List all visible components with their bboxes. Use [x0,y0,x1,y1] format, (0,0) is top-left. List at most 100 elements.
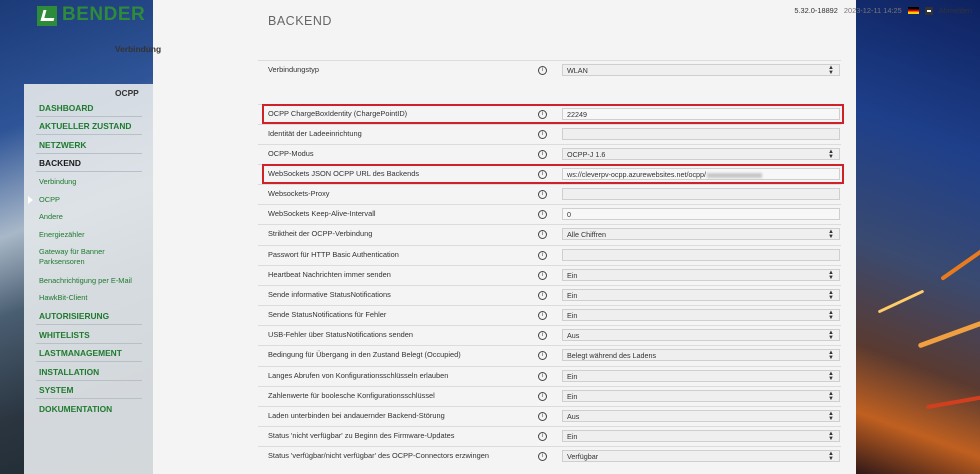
sidebar-item-autorisierung[interactable]: AUTORISIERUNG [39,311,109,321]
setting-label-websockets-proxy: Websockets-Proxy [268,189,330,198]
sidebar-divider [36,324,142,325]
setting-label-langes-abrufen-von-konfigurationsschl-ss: Langes Abrufen von Konfigurationsschlüss… [268,371,449,380]
sidebar-divider [36,153,142,154]
sidebar-item-energiezähler[interactable]: Energiezähler [39,230,139,240]
info-icon[interactable]: i [538,66,547,75]
select-arrows-icon: ▲ ▼ [828,451,834,462]
info-icon[interactable]: i [538,351,547,360]
input-identit-t-der-ladeeinrichtung[interactable] [562,128,840,140]
select-arrows-icon: ▲ ▼ [828,431,834,442]
setting-label-sende-informative-statusnotifications: Sende informative StatusNotifications [268,290,391,299]
field-value: Ein [567,432,578,441]
select-arrows-icon: ▲ ▼ [828,149,834,160]
sidebar: DASHBOARD AKTUELLER ZUSTAND NETZWERK BACKEN… [24,84,153,474]
field-value: OCPP-J 1.6 [567,150,606,159]
select-usb-fehler-ber-statusnotifications-sende[interactable]: Aus ▲ ▼ [562,329,840,341]
select-heartbeat-nachrichten-immer-senden[interactable]: Ein ▲ ▼ [562,269,840,281]
sidebar-item-lastmanagement[interactable]: LASTMANAGEMENT [39,348,122,358]
select-arrows-icon: ▲ ▼ [828,350,834,361]
info-icon[interactable]: i [538,331,547,340]
field-value: 0 [567,210,571,219]
sidebar-item-benachrichtigung-per-e-mail[interactable]: Benachrichtigung per E-Mail [39,276,139,286]
highlight-box [262,104,844,124]
field-value: Ein [567,372,578,381]
sidebar-item-hawkbit-client[interactable]: HawkBit-Client [39,293,139,303]
info-icon[interactable]: i [538,150,547,159]
select-sende-statusnotifications-f-r-fehler[interactable]: Ein ▲ ▼ [562,309,840,321]
sidebar-divider [36,380,142,381]
select-sende-informative-statusnotifications[interactable]: Ein ▲ ▼ [562,289,840,301]
select-status-verf-gbar-nicht-verf-gbar-des-ocp[interactable]: Verfügbar ▲ ▼ [562,450,840,462]
sidebar-divider [36,361,142,362]
select-arrows-icon: ▲ ▼ [828,65,834,76]
info-icon[interactable]: i [538,210,547,219]
row-divider [258,204,841,205]
setting-label-laden-unterbinden-bei-andauernder-backen: Laden unterbinden bei andauernder Backen… [268,411,445,420]
sidebar-item-whitelists[interactable]: WHITELISTS [39,330,90,340]
brand-logo[interactable]: BENDER [0,0,153,32]
sidebar-item-aktueller-zustand[interactable]: AKTUELLER ZUSTAND [39,121,131,131]
sidebar-item-verbindung[interactable]: Verbindung [39,177,139,187]
info-icon[interactable]: i [538,412,547,421]
select-zahlenwerte-f-r-boolesche-konfigurations[interactable]: Ein ▲ ▼ [562,390,840,402]
select-arrows-icon: ▲ ▼ [828,371,834,382]
brand-name: BENDER [62,4,146,25]
select-striktheit-der-ocpp-verbindung[interactable]: Alle Chiffren ▲ ▼ [562,228,840,240]
input-passwort-f-r-http-basic-authentication[interactable] [562,249,840,261]
field-value: Aus [567,412,580,421]
german-flag-icon[interactable] [907,7,919,14]
setting-label-verbindungstyp: Verbindungstyp [268,65,319,74]
row-divider [258,224,841,225]
info-icon[interactable]: i [538,130,547,139]
info-icon[interactable]: i [538,432,547,441]
setting-label-identit-t-der-ladeeinrichtung: Identität der Ladeeinrichtung [268,129,362,138]
info-icon[interactable]: i [538,190,547,199]
sidebar-item-netzwerk[interactable]: NETZWERK [39,140,86,150]
logout-icon[interactable] [924,6,933,15]
sidebar-item-andere[interactable]: Andere [39,212,139,222]
select-arrows-icon: ▲ ▼ [828,229,834,240]
select-laden-unterbinden-bei-andauernder-backen[interactable]: Aus ▲ ▼ [562,410,840,422]
sidebar-item-dashboard[interactable]: DASHBOARD [39,103,93,113]
info-icon[interactable]: i [538,392,547,401]
field-value: Ein [567,311,578,320]
row-divider [258,245,841,246]
input-websockets-keep-alive-intervall[interactable]: 0 [562,208,840,220]
select-arrows-icon: ▲ ▼ [828,330,834,341]
select-ocpp-modus[interactable]: OCPP-J 1.6 ▲ ▼ [562,148,840,160]
sidebar-divider [36,116,142,117]
field-value: Ein [567,392,578,401]
sidebar-item-system[interactable]: SYSTEM [39,385,73,395]
sidebar-item-installation[interactable]: INSTALLATION [39,367,99,377]
field-value: Alle Chiffren [567,230,607,239]
sidebar-item-backend[interactable]: BACKEND [39,158,81,168]
select-status-nicht-verf-gbar-zu-beginn-des-fir[interactable]: Ein ▲ ▼ [562,430,840,442]
field-value: Aus [567,331,580,340]
select-arrows-icon: ▲ ▼ [828,310,834,321]
info-icon[interactable]: i [538,291,547,300]
info-icon[interactable]: i [538,230,547,239]
info-icon[interactable]: i [538,452,547,461]
select-verbindungstyp[interactable]: WLAN ▲ ▼ [562,64,840,76]
logout-link[interactable]: Abmelden [939,6,972,15]
info-icon[interactable]: i [538,251,547,260]
sidebar-item-dokumentation[interactable]: DOKUMENTATION [39,404,112,414]
setting-label-sende-statusnotifications-f-r-fehler: Sende StatusNotifications für Fehler [268,310,387,319]
info-icon[interactable]: i [538,271,547,280]
info-icon[interactable]: i [538,372,547,381]
select-langes-abrufen-von-konfigurationsschl-ss[interactable]: Ein ▲ ▼ [562,370,840,382]
active-item-marker [28,196,33,204]
sidebar-item-gateway-für-banner-parksensoren[interactable]: Gateway für Banner Parksensoren [39,247,139,267]
sidebar-divider [36,398,142,399]
info-icon[interactable]: i [538,311,547,320]
page-title: BACKEND [268,14,332,28]
input-websockets-proxy[interactable] [562,188,840,200]
sidebar-divider [36,171,142,172]
select-arrows-icon: ▲ ▼ [828,270,834,281]
setting-label-status-nicht-verf-gbar-zu-beginn-des-fir: Status 'nicht verfügbar' zu Beginn des F… [268,431,455,440]
row-divider [258,446,841,447]
select-bedingung-f-r-bergang-in-den-zustand-bel[interactable]: Belegt während des Ladens ▲ ▼ [562,349,840,361]
highlight-box [262,164,844,184]
sidebar-item-ocpp[interactable]: OCPP [39,195,139,205]
timestamp: 2023-12-11 14:25 [843,6,902,15]
